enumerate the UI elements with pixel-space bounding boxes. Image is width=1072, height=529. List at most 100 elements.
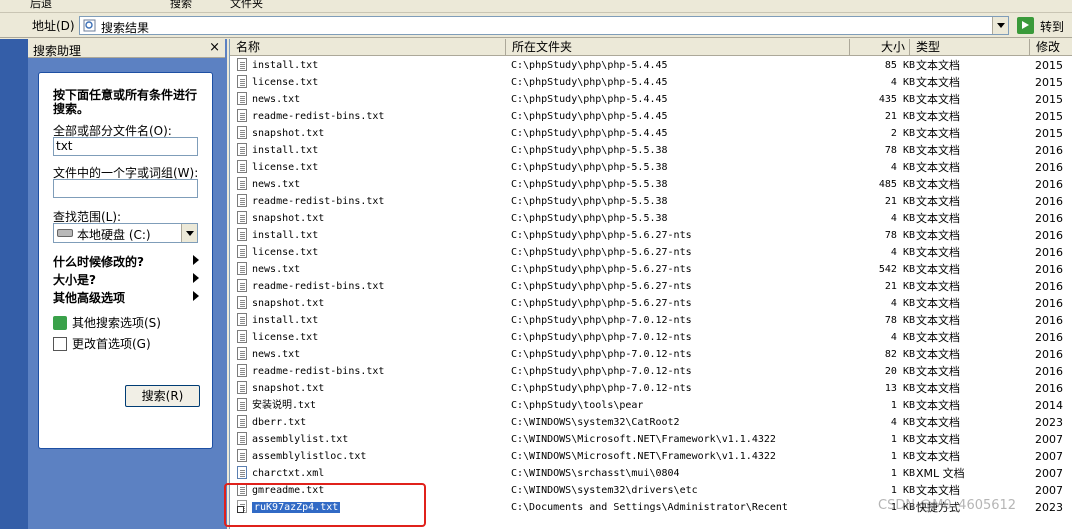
file-type-cell: 文本文档: [916, 297, 960, 310]
file-row[interactable]: license.txt C:\phpStudy\php\php-5.4.45 4 K…: [230, 74, 1072, 91]
file-row[interactable]: dberr.txt C:\WINDOWS\system32\CatRoot2 4 K…: [230, 414, 1072, 431]
search-toolbar-button[interactable]: 搜索: [170, 0, 192, 12]
text-file-icon: [237, 364, 247, 377]
file-row[interactable]: snapshot.txt C:\phpStudy\php\php-5.4.45 2 …: [230, 125, 1072, 142]
file-name: news.txt: [252, 264, 301, 275]
file-date-cell: 2016: [1035, 314, 1063, 327]
file-name-cell: assemblylist.txt: [237, 431, 507, 448]
go-button[interactable]: 转到: [1015, 16, 1071, 35]
filename-input[interactable]: txt: [53, 137, 198, 156]
file-row[interactable]: assemblylist.txt C:\WINDOWS\Microsoft.NET…: [230, 431, 1072, 448]
file-size-cell: 82 KB: [884, 349, 915, 360]
file-name-cell: gmreadme.txt: [237, 482, 507, 499]
file-folder-cell: C:\phpStudy\php\php-5.4.45: [511, 128, 668, 139]
text-file-icon: [237, 432, 247, 445]
file-row[interactable]: assemblylistloc.txt C:\WINDOWS\Microsoft.…: [230, 448, 1072, 465]
file-name: 安装说明.txt: [252, 400, 317, 411]
xml-file-icon: [237, 466, 247, 479]
file-row[interactable]: license.txt C:\phpStudy\php\php-5.6.27-nt…: [230, 244, 1072, 261]
file-row[interactable]: readme-redist-bins.txt C:\phpStudy\php\ph…: [230, 193, 1072, 210]
file-date-cell: 2007: [1035, 467, 1063, 480]
file-row[interactable]: snapshot.txt C:\phpStudy\php\php-5.6.27-n…: [230, 295, 1072, 312]
search-button[interactable]: 搜索(R): [125, 385, 200, 407]
file-folder-cell: C:\phpStudy\php\php-5.6.27-nts: [511, 264, 692, 275]
file-size-cell: 4 KB: [890, 332, 915, 343]
file-type-cell: 文本文档: [916, 93, 960, 106]
pane-title: 搜索助理: [33, 44, 82, 58]
arrow-right-icon: [53, 316, 67, 330]
file-row[interactable]: install.txt C:\phpStudy\php\php-7.0.12-nt…: [230, 312, 1072, 329]
text-file-icon: [237, 194, 247, 207]
file-type-cell: 文本文档: [916, 348, 960, 361]
file-row[interactable]: install.txt C:\phpStudy\php\php-5.6.27-nt…: [230, 227, 1072, 244]
file-name-cell: dberr.txt: [237, 414, 507, 431]
file-name-cell: readme-redist-bins.txt: [237, 363, 507, 380]
address-value: 搜索结果: [101, 21, 150, 35]
file-row[interactable]: readme-redist-bins.txt C:\phpStudy\php\ph…: [230, 363, 1072, 380]
address-dropdown-button[interactable]: [992, 17, 1008, 34]
phrase-input[interactable]: [53, 179, 198, 198]
file-size-cell: 20 KB: [884, 366, 915, 377]
file-row[interactable]: news.txt C:\phpStudy\php\php-5.4.45 435 KB…: [230, 91, 1072, 108]
file-name-cell: license.txt: [237, 244, 507, 261]
file-folder-cell: C:\phpStudy\php\php-5.5.38: [511, 179, 668, 190]
column-name[interactable]: 名称: [230, 39, 506, 56]
when-modified-option[interactable]: 什么时候修改的?: [53, 253, 199, 270]
shortcut-file-icon: [237, 500, 247, 513]
file-name: ruK97azZp4.txt: [250, 501, 342, 514]
file-name: gmreadme.txt: [252, 485, 325, 496]
file-date-cell: 2015: [1035, 59, 1063, 72]
search-results-icon: [83, 19, 96, 32]
file-row[interactable]: news.txt C:\phpStudy\php\php-5.5.38 485 KB…: [230, 176, 1072, 193]
size-option[interactable]: 大小是?: [53, 271, 199, 288]
column-type[interactable]: 类型: [910, 39, 1030, 56]
file-name: readme-redist-bins.txt: [252, 366, 385, 377]
file-date-cell: 2007: [1035, 450, 1063, 463]
text-file-icon: [237, 483, 247, 496]
file-size-cell: 1 KB: [890, 468, 915, 479]
change-preferences-link[interactable]: 更改首选项(G): [53, 335, 151, 352]
column-folder[interactable]: 所在文件夹: [506, 39, 850, 56]
text-file-icon: [237, 313, 247, 326]
back-button[interactable]: 后退: [30, 0, 52, 12]
file-row[interactable]: license.txt C:\phpStudy\php\php-7.0.12-nt…: [230, 329, 1072, 346]
file-date-cell: 2007: [1035, 433, 1063, 446]
file-row[interactable]: snapshot.txt C:\phpStudy\php\php-5.5.38 4 …: [230, 210, 1072, 227]
file-row[interactable]: news.txt C:\phpStudy\php\php-5.6.27-nts 54…: [230, 261, 1072, 278]
file-size-cell: 4 KB: [890, 417, 915, 428]
file-row[interactable]: license.txt C:\phpStudy\php\php-5.5.38 4 K…: [230, 159, 1072, 176]
address-input[interactable]: 搜索结果: [79, 16, 1009, 35]
file-name: readme-redist-bins.txt: [252, 196, 385, 207]
text-file-icon: [237, 381, 247, 394]
file-row[interactable]: charctxt.xml C:\WINDOWS\srchasst\mui\0804…: [230, 465, 1072, 482]
look-in-select[interactable]: 本地硬盘 (C:): [53, 223, 198, 243]
close-icon[interactable]: ×: [209, 40, 220, 55]
advanced-options[interactable]: 其他高级选项: [53, 289, 199, 306]
file-name: snapshot.txt: [252, 298, 325, 309]
file-size-cell: 1 KB: [890, 485, 915, 496]
column-size[interactable]: 大小: [850, 39, 910, 56]
file-row[interactable]: snapshot.txt C:\phpStudy\php\php-7.0.12-n…: [230, 380, 1072, 397]
column-date[interactable]: 修改: [1030, 39, 1072, 56]
file-size-cell: 4 KB: [890, 213, 915, 224]
file-date-cell: 2016: [1035, 331, 1063, 344]
file-date-cell: 2016: [1035, 246, 1063, 259]
expand-arrow-icon: [193, 291, 199, 301]
file-size-cell: 4 KB: [890, 77, 915, 88]
file-name-cell: snapshot.txt: [237, 210, 507, 227]
file-row[interactable]: 安装说明.txt C:\phpStudy\tools\pear 1 KB 文本文档 20…: [230, 397, 1072, 414]
file-row[interactable]: readme-redist-bins.txt C:\phpStudy\php\ph…: [230, 108, 1072, 125]
other-search-options-link[interactable]: 其他搜索选项(S): [53, 314, 161, 331]
file-size-cell: 1 KB: [890, 451, 915, 462]
file-row[interactable]: install.txt C:\phpStudy\php\php-5.4.45 85 …: [230, 57, 1072, 74]
file-row[interactable]: news.txt C:\phpStudy\php\php-7.0.12-nts 82…: [230, 346, 1072, 363]
file-row[interactable]: gmreadme.txt C:\WINDOWS\system32\drivers\…: [230, 482, 1072, 499]
file-name: install.txt: [252, 145, 319, 156]
file-folder-cell: C:\WINDOWS\system32\drivers\etc: [511, 485, 698, 496]
file-type-cell: 文本文档: [916, 416, 960, 429]
file-size-cell: 4 KB: [890, 162, 915, 173]
file-row[interactable]: install.txt C:\phpStudy\php\php-5.5.38 78 …: [230, 142, 1072, 159]
file-row[interactable]: readme-redist-bins.txt C:\phpStudy\php\ph…: [230, 278, 1072, 295]
look-in-dropdown-button[interactable]: [181, 224, 197, 242]
folders-toolbar-button[interactable]: 文件夹: [230, 0, 263, 12]
